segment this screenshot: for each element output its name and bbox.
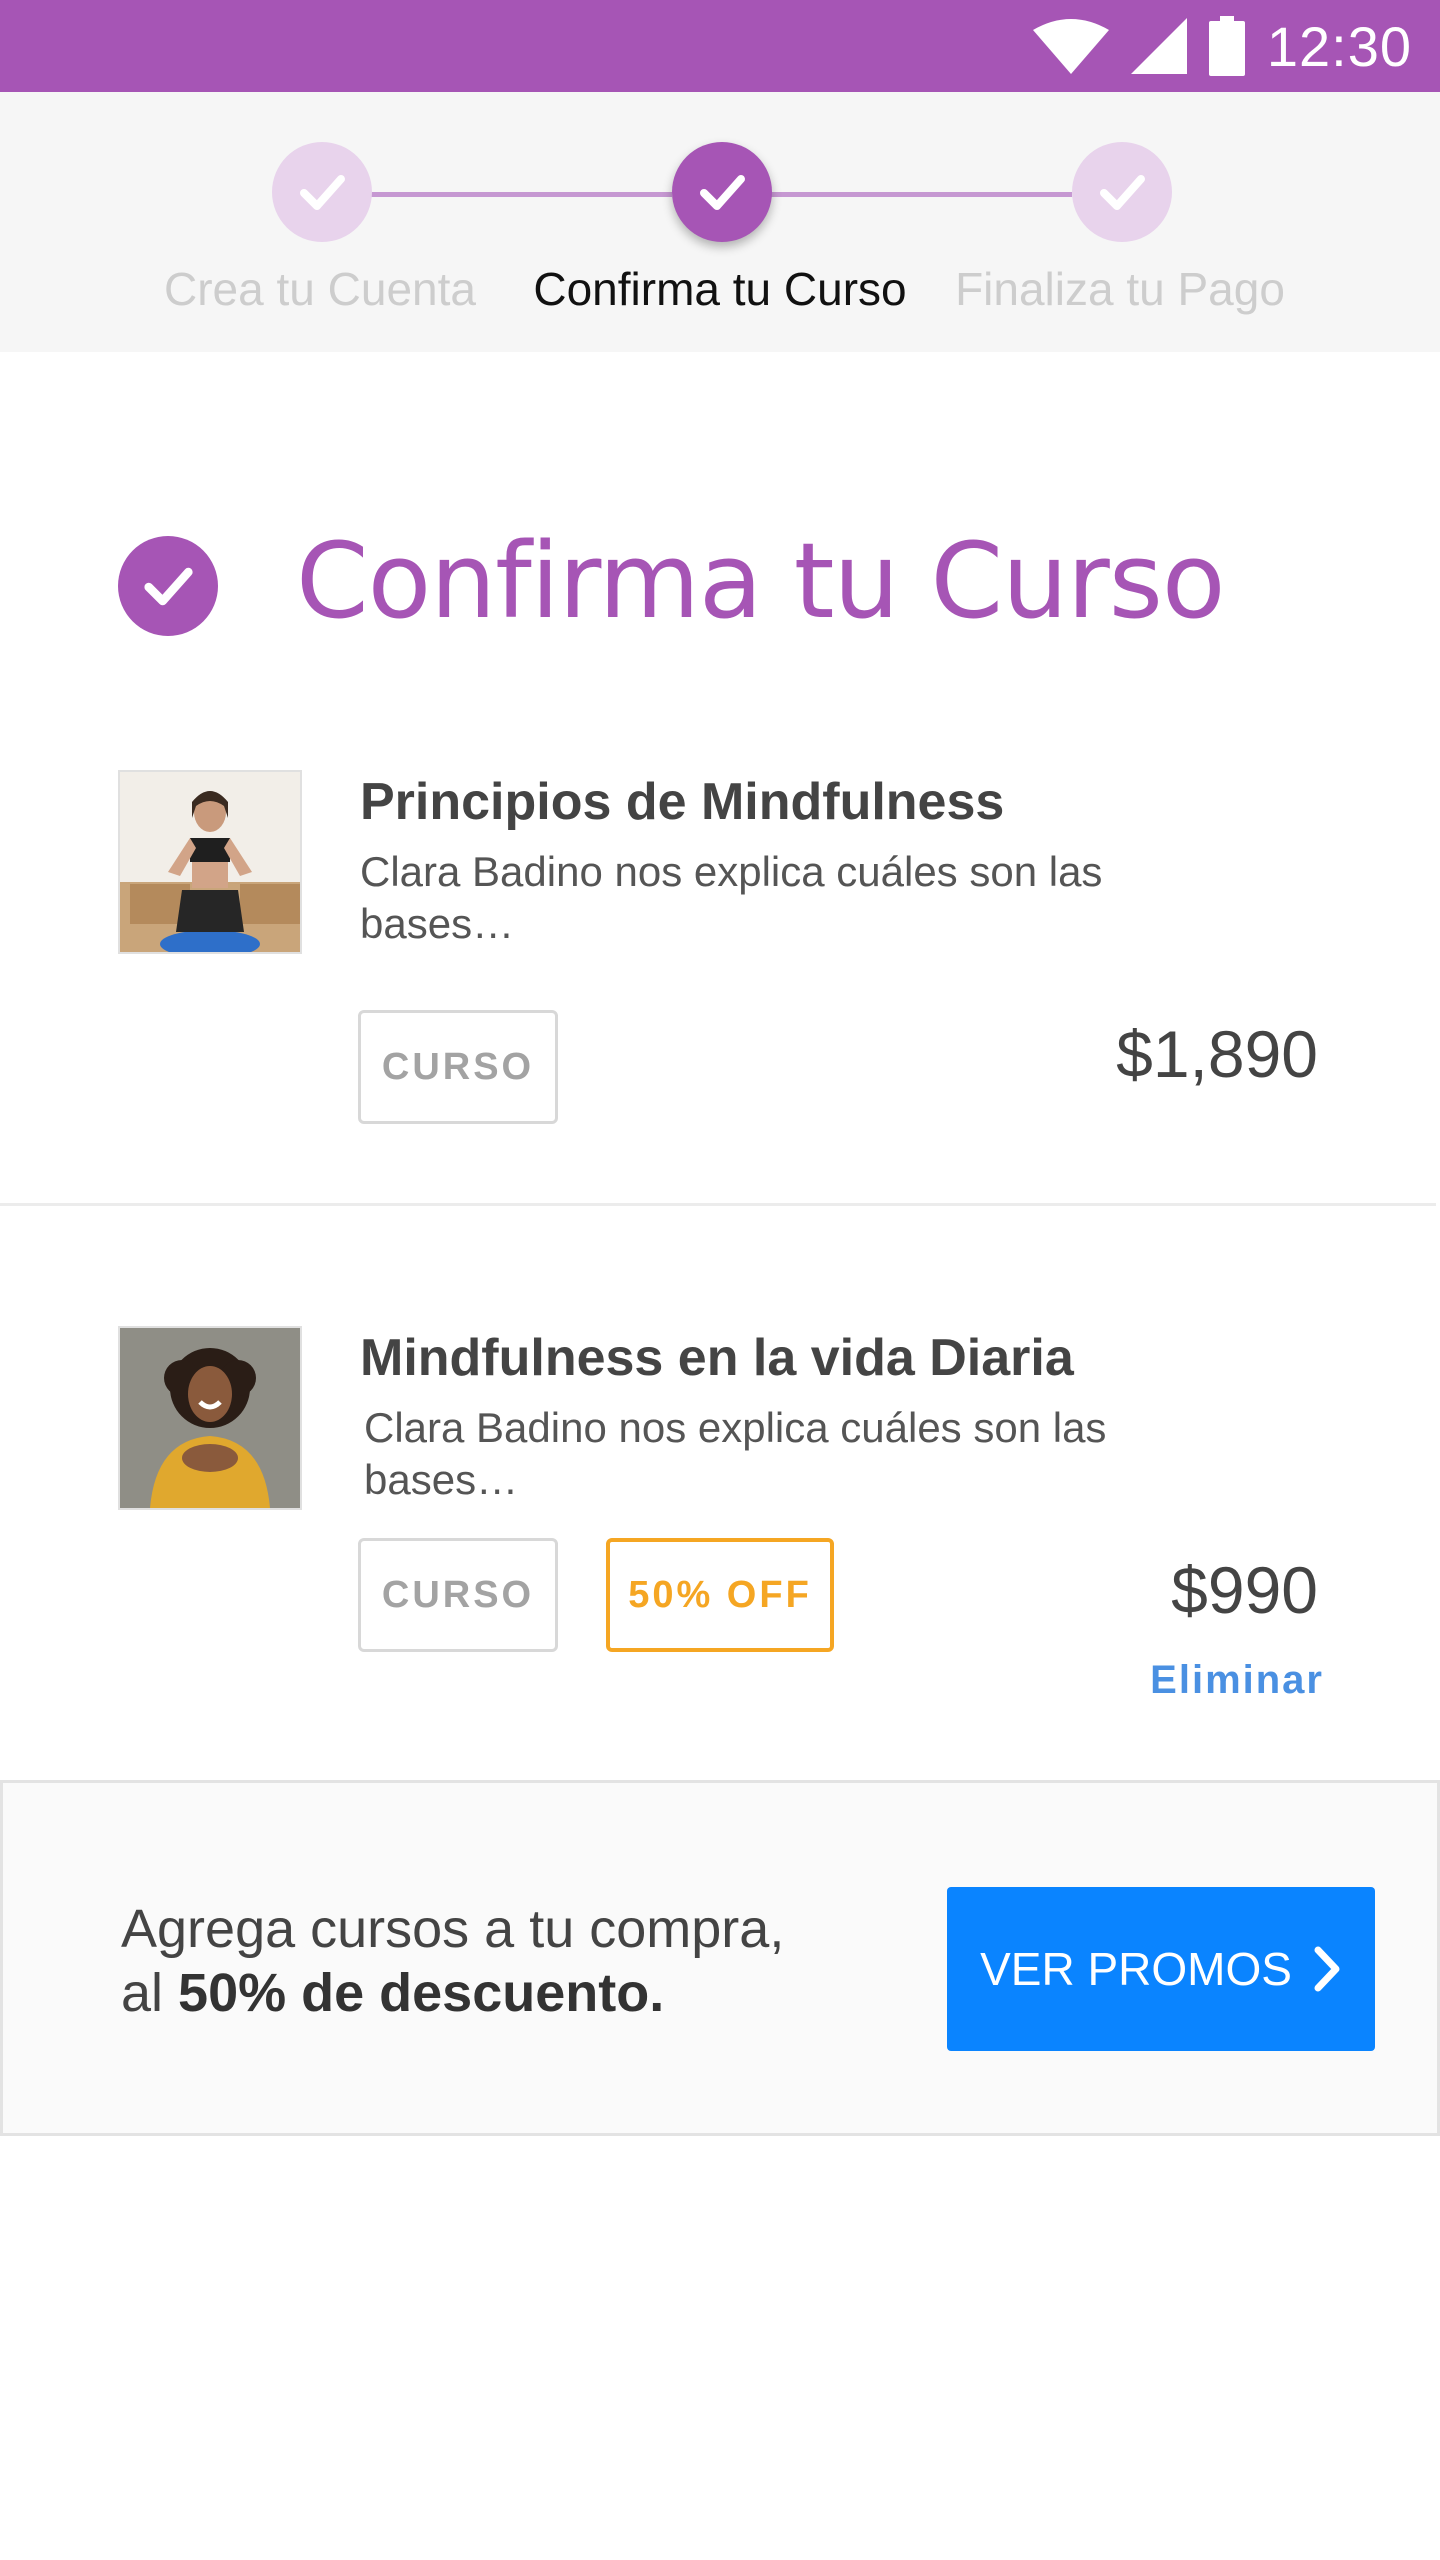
step-connector bbox=[770, 192, 1072, 197]
promo-line-2: al 50% de descuento. bbox=[121, 1961, 784, 2025]
course-description: Clara Badino nos explica cuáles son las … bbox=[364, 1404, 1107, 1503]
promo-line-1: Agrega cursos a tu compra, bbox=[121, 1899, 785, 1959]
chevron-right-icon bbox=[1314, 1946, 1340, 1992]
checkout-stepper: Crea tu Cuenta Confirma tu Curso Finaliz… bbox=[0, 92, 1440, 352]
promo-discount-highlight: 50% de descuento. bbox=[178, 1963, 665, 2023]
view-promos-label: VER PROMOS bbox=[980, 1943, 1292, 1995]
battery-icon bbox=[1208, 16, 1245, 76]
discount-badge: 50% OFF bbox=[606, 1538, 834, 1652]
status-time: 12:30 bbox=[1266, 14, 1412, 78]
wifi-icon bbox=[1032, 19, 1109, 74]
promo-banner: Agrega cursos a tu compra, al 50% de des… bbox=[0, 1780, 1440, 2136]
step-2-label[interactable]: Confirma tu Curso bbox=[520, 262, 920, 316]
status-bar: 12:30 bbox=[0, 0, 1440, 92]
promo-text: Agrega cursos a tu compra, al 50% de des… bbox=[121, 1897, 784, 2025]
promo-line-2-prefix: al bbox=[121, 1963, 179, 2023]
view-promos-button[interactable]: VER PROMOS bbox=[947, 1887, 1375, 2051]
step-1-check-icon[interactable] bbox=[272, 142, 372, 242]
status-icons: 12:30 bbox=[1032, 0, 1412, 92]
course-type-tag: CURSO bbox=[358, 1538, 558, 1652]
remove-course-link[interactable]: Eliminar bbox=[1150, 1658, 1324, 1703]
course-price: $1,890 bbox=[1116, 1017, 1318, 1091]
confirm-check-icon bbox=[118, 536, 218, 636]
step-1-label[interactable]: Crea tu Cuenta bbox=[120, 262, 520, 316]
page-title: Confirma tu Curso bbox=[296, 520, 1226, 642]
step-2-check-icon[interactable] bbox=[672, 142, 772, 242]
course-description: Clara Badino nos explica cuáles son las … bbox=[360, 848, 1103, 947]
step-3-check-icon[interactable] bbox=[1072, 142, 1172, 242]
course-title[interactable]: Mindfulness en la vida Diaria bbox=[360, 1328, 1074, 1388]
step-3-label[interactable]: Finaliza tu Pago bbox=[920, 262, 1320, 316]
course-title[interactable]: Principios de Mindfulness bbox=[360, 772, 1004, 832]
course-price: $990 bbox=[1171, 1553, 1318, 1627]
course-thumbnail[interactable] bbox=[120, 1328, 300, 1508]
course-thumbnail[interactable] bbox=[120, 772, 300, 952]
divider bbox=[0, 1203, 1436, 1206]
step-connector bbox=[370, 192, 672, 197]
cell-signal-icon bbox=[1130, 18, 1187, 74]
course-type-tag: CURSO bbox=[358, 1010, 558, 1124]
